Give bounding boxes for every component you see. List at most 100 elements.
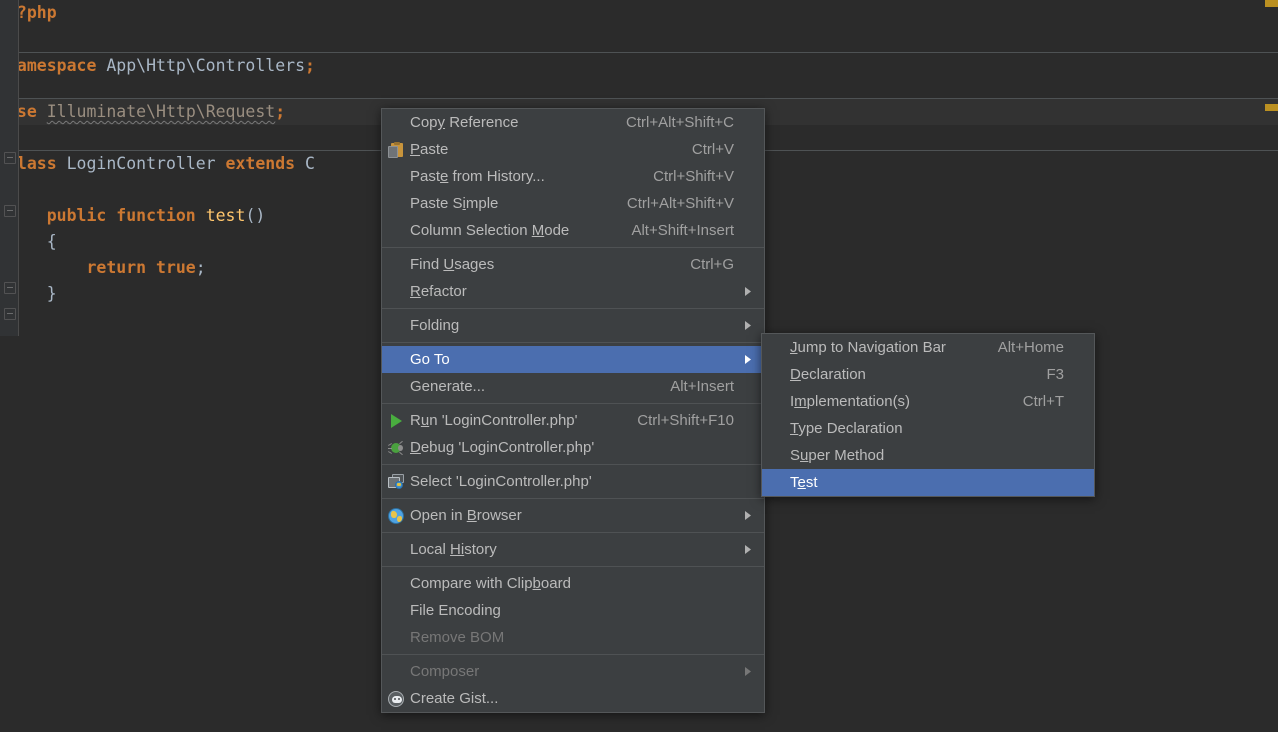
menu-separator (382, 654, 764, 655)
menu-item-shortcut: Ctrl+T (1022, 393, 1064, 410)
menu-item-icon-slot (762, 469, 790, 496)
menu-item-label: Create Gist... (410, 690, 499, 707)
submenu-item-implementation-s[interactable]: Implementation(s) Ctrl+T (762, 388, 1094, 415)
submenu-item-super-method[interactable]: Super Method (762, 442, 1094, 469)
menu-separator (382, 498, 764, 499)
run-icon (382, 407, 410, 434)
menu-item-copy-reference[interactable]: Copy Reference Ctrl+Alt+Shift+C (382, 109, 764, 136)
code-token: test (205, 206, 246, 225)
menu-item-label: Paste (410, 141, 449, 158)
menu-item-shortcut: Ctrl+Alt+Shift+V (626, 195, 734, 212)
menu-item-shortcut: Ctrl+G (690, 256, 734, 273)
select-in-icon (382, 468, 410, 495)
code-fold-icon[interactable] (4, 308, 16, 320)
menu-item-shortcut: Ctrl+Shift+F10 (637, 412, 734, 429)
menu-separator (382, 566, 764, 567)
menu-item-refactor[interactable]: Refactor (382, 278, 764, 305)
menu-item-label: Go To (410, 351, 450, 368)
go-to-submenu[interactable]: Jump to Navigation Bar Alt+Home Declaratio… (761, 333, 1095, 497)
menu-item-icon-slot (382, 373, 410, 400)
code-fold-icon[interactable] (4, 152, 16, 164)
code-token: C (305, 154, 315, 173)
submenu-item-declaration[interactable]: Declaration F3 (762, 361, 1094, 388)
menu-item-shortcut: Alt+Shift+Insert (631, 222, 734, 239)
menu-item-open-in-browser[interactable]: Open in Browser (382, 502, 764, 529)
code-token: public function (7, 206, 206, 225)
submenu-item-jump-to-navigation-bar[interactable]: Jump to Navigation Bar Alt+Home (762, 334, 1094, 361)
menu-item-folding[interactable]: Folding (382, 312, 764, 339)
submenu-item-test[interactable]: Test (762, 469, 1094, 496)
menu-item-paste[interactable]: Paste Ctrl+V (382, 136, 764, 163)
submenu-arrow-icon (742, 545, 754, 554)
menu-item-label: Jump to Navigation Bar (790, 339, 946, 356)
menu-item-icon-slot (382, 217, 410, 244)
menu-item-select-logincontroller-php[interactable]: Select 'LoginController.php' (382, 468, 764, 495)
menu-item-label: Refactor (410, 283, 467, 300)
editor-gutter[interactable] (0, 0, 19, 336)
menu-item-local-history[interactable]: Local History (382, 536, 764, 563)
menu-item-run-logincontroller-php[interactable]: Run 'LoginController.php' Ctrl+Shift+F10 (382, 407, 764, 434)
code-line[interactable]: <?php (0, 0, 1278, 26)
menu-item-icon-slot (382, 312, 410, 339)
menu-item-compare-with-clipboard[interactable]: Compare with Clipboard (382, 570, 764, 597)
menu-item-label: Paste Simple (410, 195, 499, 212)
menu-item-icon-slot (382, 658, 410, 685)
menu-item-icon-slot (382, 346, 410, 373)
browser-globe-icon (382, 502, 410, 529)
menu-item-debug-logincontroller-php[interactable]: Debug 'LoginController.php' (382, 434, 764, 461)
menu-item-file-encoding[interactable]: File Encoding (382, 597, 764, 624)
menu-item-paste-simple[interactable]: Paste Simple Ctrl+Alt+Shift+V (382, 190, 764, 217)
menu-item-label: Implementation(s) (790, 393, 911, 410)
menu-item-label: Paste from History... (410, 168, 545, 185)
menu-item-label: Select 'LoginController.php' (410, 473, 592, 490)
menu-separator (382, 464, 764, 465)
menu-item-icon-slot (382, 597, 410, 624)
menu-item-go-to[interactable]: Go To (382, 346, 764, 373)
code-fold-icon[interactable] (4, 205, 16, 217)
menu-item-label: Column Selection Mode (410, 222, 570, 239)
editor-context-menu[interactable]: Copy Reference Ctrl+Alt+Shift+C Paste Ctrl+… (381, 108, 765, 713)
submenu-arrow-icon (742, 511, 754, 520)
menu-item-icon-slot (382, 251, 410, 278)
menu-item-icon-slot (382, 536, 410, 563)
menu-item-label: Debug 'LoginController.php' (410, 439, 595, 456)
menu-item-icon-slot (762, 334, 790, 361)
menu-item-icon-slot (382, 624, 410, 651)
ide-window: <?php namespace App\Http\Controllers; use … (0, 0, 1278, 732)
menu-item-composer[interactable]: Composer (382, 658, 764, 685)
menu-separator (382, 308, 764, 309)
menu-item-remove-bom[interactable]: Remove BOM (382, 624, 764, 651)
menu-item-shortcut: Alt+Home (997, 339, 1064, 356)
menu-separator (382, 342, 764, 343)
code-token: ; (305, 56, 315, 75)
code-line[interactable] (0, 26, 1278, 52)
menu-item-column-selection-mode[interactable]: Column Selection Mode Alt+Shift+Insert (382, 217, 764, 244)
menu-item-shortcut: Alt+Insert (670, 378, 734, 395)
menu-separator (382, 403, 764, 404)
menu-item-label: Run 'LoginController.php' (410, 412, 578, 429)
menu-item-icon-slot (382, 278, 410, 305)
submenu-arrow-icon (742, 287, 754, 296)
code-line[interactable]: namespace App\Http\Controllers; (0, 53, 1278, 79)
menu-item-generate[interactable]: Generate... Alt+Insert (382, 373, 764, 400)
menu-item-label: Open in Browser (410, 507, 522, 524)
menu-item-label: Find Usages (410, 256, 495, 273)
submenu-item-type-declaration[interactable]: Type Declaration (762, 415, 1094, 442)
menu-item-label: Generate... (410, 378, 486, 395)
code-token: ; (275, 102, 286, 121)
paste-icon (382, 136, 410, 163)
menu-item-shortcut: Ctrl+Shift+V (653, 168, 734, 185)
code-token: LoginController (66, 154, 216, 173)
menu-item-paste-from-history[interactable]: Paste from History... Ctrl+Shift+V (382, 163, 764, 190)
menu-item-create-gist[interactable]: Create Gist... (382, 685, 764, 712)
submenu-arrow-icon (742, 667, 754, 676)
menu-item-label: Type Declaration (790, 420, 903, 437)
submenu-arrow-icon (742, 355, 754, 364)
code-token: namespace (7, 56, 107, 75)
menu-item-icon-slot (762, 388, 790, 415)
code-fold-icon[interactable] (4, 282, 16, 294)
menu-item-find-usages[interactable]: Find Usages Ctrl+G (382, 251, 764, 278)
menu-item-label: Remove BOM (410, 629, 505, 646)
menu-item-label: Copy Reference (410, 114, 519, 131)
menu-item-icon-slot (382, 570, 410, 597)
